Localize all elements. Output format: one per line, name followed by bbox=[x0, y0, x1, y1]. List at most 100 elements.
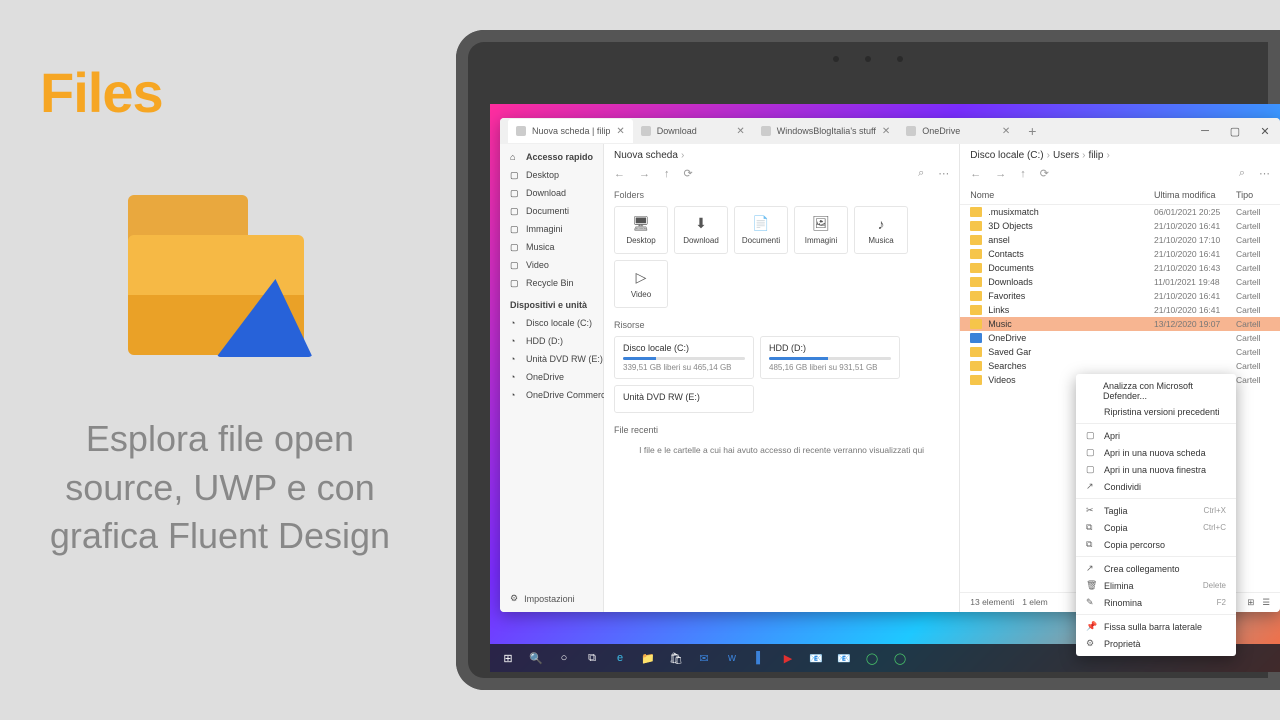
context-menu-item[interactable]: ▢Apri bbox=[1076, 427, 1236, 444]
view-grid-icon[interactable]: ⊞ bbox=[1247, 597, 1254, 608]
close-icon[interactable]: ✕ bbox=[882, 126, 890, 137]
context-menu-item[interactable]: ✎RinominaF2 bbox=[1076, 594, 1236, 611]
context-menu-item[interactable]: ▢Apri in una nuova scheda bbox=[1076, 444, 1236, 461]
tab[interactable]: Download✕ bbox=[633, 119, 753, 143]
up-button[interactable]: ↑ bbox=[664, 168, 670, 180]
taskbar-icon[interactable]: ✉ bbox=[696, 650, 712, 666]
folder-icon: ▢ bbox=[510, 278, 520, 288]
table-row[interactable]: ansel21/10/2020 17:10Cartell bbox=[960, 233, 1280, 247]
table-row[interactable]: Downloads11/01/2021 19:48Cartell bbox=[960, 275, 1280, 289]
table-row[interactable]: Music13/12/2020 19:07Cartell bbox=[960, 317, 1280, 331]
recent-header: File recenti bbox=[604, 421, 959, 441]
context-menu-item[interactable]: ▢Apri in una nuova finestra bbox=[1076, 461, 1236, 478]
taskbar-icon[interactable]: w bbox=[724, 650, 740, 666]
maximize-button[interactable]: ▢ bbox=[1220, 118, 1250, 144]
context-menu-item[interactable]: 📌Fissa sulla barra laterale bbox=[1076, 618, 1236, 635]
forward-button[interactable]: → bbox=[995, 168, 1006, 180]
drive-tile[interactable]: Disco locale (C:)339,51 GB liberi su 465… bbox=[614, 336, 754, 379]
context-menu-item[interactable]: 🗑EliminaDelete bbox=[1076, 577, 1236, 594]
context-menu-item[interactable]: ✂TagliaCtrl+X bbox=[1076, 502, 1236, 519]
menu-icon: ↗ bbox=[1086, 563, 1096, 574]
tab[interactable]: OneDrive✕ bbox=[898, 119, 1018, 143]
taskbar-icon[interactable]: 📧 bbox=[808, 650, 824, 666]
refresh-button[interactable]: ⟳ bbox=[684, 167, 693, 180]
drive-tile[interactable]: HDD (D:)485,16 GB liberi su 931,51 GB bbox=[760, 336, 900, 379]
sidebar-item[interactable]: ▢Immagini bbox=[500, 220, 603, 238]
list-header[interactable]: Nome Ultima modifica Tipo bbox=[960, 186, 1280, 205]
folder-tile[interactable]: ⬇Download bbox=[674, 206, 728, 254]
taskbar-icon[interactable]: 📁 bbox=[640, 650, 656, 666]
taskbar-icon[interactable]: 🛍 bbox=[668, 650, 684, 666]
table-row[interactable]: .musixmatch06/01/2021 20:25Cartell bbox=[960, 205, 1280, 219]
breadcrumb-left[interactable]: Nuova scheda› bbox=[604, 144, 959, 165]
context-menu-item[interactable]: ↗Condividi bbox=[1076, 478, 1236, 495]
tab[interactable]: WindowsBlogItalia's stuff✕ bbox=[753, 119, 899, 143]
context-menu-item[interactable]: ↗Crea collegamento bbox=[1076, 560, 1236, 577]
folder-icon bbox=[970, 347, 982, 357]
forward-button[interactable]: → bbox=[639, 168, 650, 180]
folder-tile[interactable]: 📄Documenti bbox=[734, 206, 788, 254]
sidebar-device[interactable]: ◔OneDrive Commercial bbox=[500, 386, 603, 404]
sidebar-device[interactable]: ◔HDD (D:) bbox=[500, 332, 603, 350]
more-icon[interactable]: ⋯ bbox=[1259, 167, 1270, 180]
context-menu-item[interactable]: ⧉CopiaCtrl+C bbox=[1076, 519, 1236, 536]
sidebar-item[interactable]: ▢Recycle Bin bbox=[500, 274, 603, 292]
search-icon[interactable]: ⌕ bbox=[1239, 167, 1245, 180]
drive-tile[interactable]: Unità DVD RW (E:) bbox=[614, 385, 754, 413]
sidebar-item[interactable]: ▢Musica bbox=[500, 238, 603, 256]
folders-header: Folders bbox=[604, 186, 959, 206]
back-button[interactable]: ← bbox=[970, 168, 981, 180]
table-row[interactable]: Links21/10/2020 16:41Cartell bbox=[960, 303, 1280, 317]
search-icon[interactable]: ⌕ bbox=[918, 167, 924, 180]
taskbar-icon[interactable]: ◯ bbox=[892, 650, 908, 666]
up-button[interactable]: ↑ bbox=[1020, 168, 1026, 180]
context-menu-item[interactable]: Ripristina versioni precedenti bbox=[1076, 404, 1236, 420]
folder-tile[interactable]: 🖥Desktop bbox=[614, 206, 668, 254]
more-icon[interactable]: ⋯ bbox=[938, 167, 949, 180]
sidebar-item[interactable]: ▢Download bbox=[500, 184, 603, 202]
sidebar-item[interactable]: ▢Desktop bbox=[500, 166, 603, 184]
close-icon[interactable]: ✕ bbox=[1002, 126, 1010, 137]
table-row[interactable]: SearchesCartell bbox=[960, 359, 1280, 373]
settings-button[interactable]: ⚙Impostazioni bbox=[500, 585, 603, 612]
new-tab-button[interactable]: + bbox=[1018, 123, 1046, 139]
taskbar-icon[interactable]: ▌ bbox=[752, 650, 768, 666]
recent-empty-text: I file e le cartelle a cui hai avuto acc… bbox=[604, 441, 959, 459]
sidebar-device[interactable]: ◔OneDrive bbox=[500, 368, 603, 386]
table-row[interactable]: Documents21/10/2020 16:43Cartell bbox=[960, 261, 1280, 275]
table-row[interactable]: Favorites21/10/2020 16:41Cartell bbox=[960, 289, 1280, 303]
taskbar-icon[interactable]: ⧉ bbox=[584, 650, 600, 666]
taskbar-icon[interactable]: ▶ bbox=[780, 650, 796, 666]
table-row[interactable]: OneDriveCartell bbox=[960, 331, 1280, 345]
sidebar-device[interactable]: ◔Disco locale (C:) bbox=[500, 314, 603, 332]
sidebar-device[interactable]: ◔Unità DVD RW (E:) bbox=[500, 350, 603, 368]
taskbar-icon[interactable]: 🔍 bbox=[528, 650, 544, 666]
sidebar-item[interactable]: ▢Documenti bbox=[500, 202, 603, 220]
taskbar-icon[interactable]: ○ bbox=[556, 650, 572, 666]
context-menu-item[interactable]: Analizza con Microsoft Defender... bbox=[1076, 378, 1236, 404]
table-row[interactable]: 3D Objects21/10/2020 16:41Cartell bbox=[960, 219, 1280, 233]
folder-tile[interactable]: ▷Video bbox=[614, 260, 668, 308]
view-list-icon[interactable]: ☰ bbox=[1262, 597, 1270, 608]
close-window-button[interactable]: ✕ bbox=[1250, 118, 1280, 144]
table-row[interactable]: Contacts21/10/2020 16:41Cartell bbox=[960, 247, 1280, 261]
context-menu-item[interactable]: ⚙Proprietà bbox=[1076, 635, 1236, 652]
breadcrumb-right[interactable]: Disco locale (C:)›Users›filip› bbox=[960, 144, 1280, 165]
folder-tile[interactable]: ♪Musica bbox=[854, 206, 908, 254]
tablet-frame: Nuova scheda | filip✕Download✕WindowsBlo… bbox=[456, 30, 1280, 690]
taskbar-icon[interactable]: ◯ bbox=[864, 650, 880, 666]
back-button[interactable]: ← bbox=[614, 168, 625, 180]
taskbar-icon[interactable]: 📧 bbox=[836, 650, 852, 666]
close-icon[interactable]: ✕ bbox=[736, 126, 744, 137]
minimize-button[interactable]: ─ bbox=[1190, 118, 1220, 144]
refresh-button[interactable]: ⟳ bbox=[1040, 167, 1049, 180]
sidebar-item[interactable]: ▢Video bbox=[500, 256, 603, 274]
table-row[interactable]: Saved GarCartell bbox=[960, 345, 1280, 359]
folder-tile[interactable]: 🖼Immagini bbox=[794, 206, 848, 254]
context-menu-item[interactable]: ⧉Copia percorso bbox=[1076, 536, 1236, 553]
taskbar-icon[interactable]: e bbox=[612, 650, 628, 666]
taskbar-icon[interactable]: ⊞ bbox=[500, 650, 516, 666]
close-icon[interactable]: ✕ bbox=[616, 126, 624, 137]
sidebar-quick-access[interactable]: ⌂Accesso rapido bbox=[500, 148, 603, 166]
tab[interactable]: Nuova scheda | filip✕ bbox=[508, 119, 633, 143]
